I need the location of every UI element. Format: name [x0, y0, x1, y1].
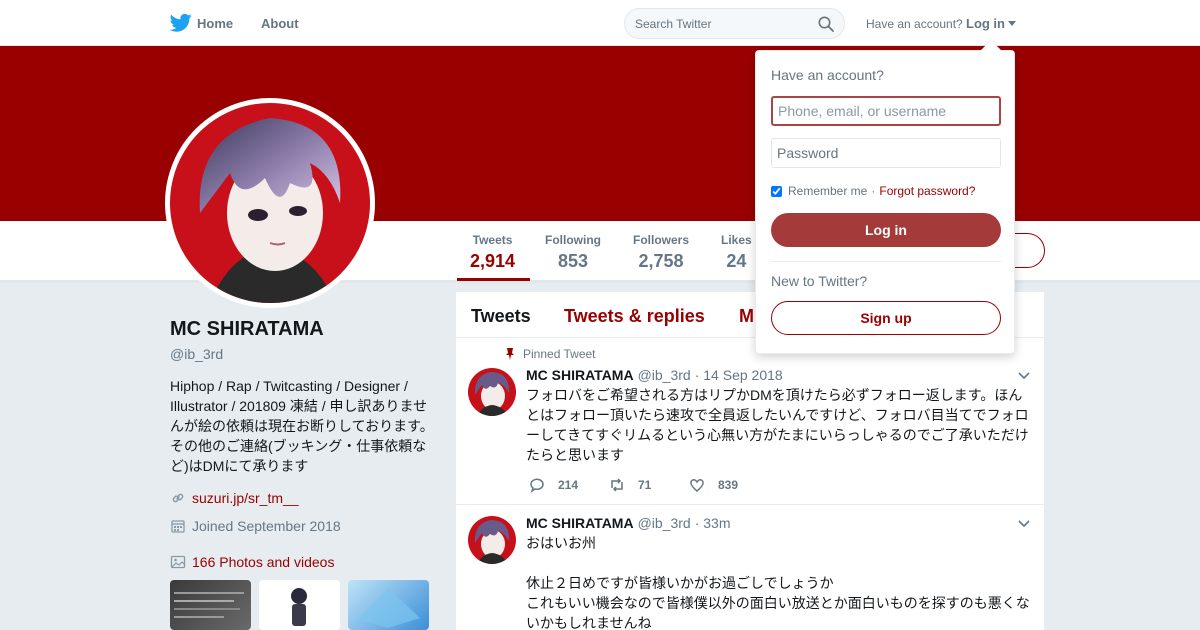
nav-about-link[interactable]: About: [261, 16, 299, 31]
tweet-timestamp[interactable]: · 33m: [695, 515, 731, 531]
login-dropdown: Have an account? Remember me · Forgot pa…: [755, 50, 1015, 354]
twitter-bird-icon[interactable]: [170, 13, 192, 33]
tweet-item[interactable]: MC SHIRATAMA @ib_3rd · 33m おはいお州 休止２日めです…: [456, 506, 1044, 630]
pinned-label: Pinned Tweet: [523, 347, 596, 361]
separator-dot: ·: [871, 184, 876, 198]
like-count: 839: [718, 478, 739, 492]
tab-tweets-replies[interactable]: Tweets & replies: [564, 306, 705, 327]
nav-home-link[interactable]: Home: [197, 16, 233, 31]
tweet-avatar[interactable]: [468, 516, 516, 564]
login-link-label: Log in: [966, 16, 1005, 31]
profile-handle: @ib_3rd: [170, 346, 224, 362]
reply-count: 214: [558, 478, 579, 492]
password-input[interactable]: [771, 138, 1001, 168]
remember-row: Remember me · Forgot password?: [771, 184, 975, 198]
signup-button[interactable]: Sign up: [771, 301, 1001, 335]
stat-label: Tweets: [472, 233, 513, 247]
chevron-down-icon[interactable]: [1018, 520, 1030, 528]
tweet-author-handle[interactable]: @ib_3rd: [638, 367, 691, 383]
profile-bio: Hiphop / Rap / Twitcasting / Designer / …: [170, 378, 434, 474]
profile-avatar[interactable]: [165, 98, 375, 308]
tab-tweets[interactable]: Tweets: [471, 306, 531, 327]
pin-icon: [506, 348, 514, 360]
profile-link-row: suzuri.jp/sr_tm__: [170, 490, 299, 506]
tweet-header: MC SHIRATAMA @ib_3rd · 14 Sep 2018: [526, 367, 783, 383]
tweet-avatar[interactable]: [468, 368, 516, 416]
retweet-count: 71: [638, 478, 652, 492]
tweet-item[interactable]: Pinned Tweet MC SHIRATAMA @ib_3rd · 14 S…: [456, 339, 1044, 505]
stat-likes[interactable]: Likes 24: [721, 233, 752, 272]
search-box: [624, 8, 845, 39]
stat-value: 853: [557, 251, 589, 271]
tweet-text: フォロバをご希望される方はリプかDMを頂けたら必ずフォロー返します。ほんとはフォ…: [526, 387, 1029, 463]
tweet-text-line: これもいい機会なので皆様僕以外の面白い放送とか面白いものを探すのも悪くないかもし…: [526, 595, 1030, 630]
caret-down-icon: [1008, 21, 1016, 26]
calendar-icon: [171, 520, 185, 533]
profile-joined-date: Joined September 2018: [192, 518, 341, 534]
link-icon: [172, 493, 184, 503]
stat-following[interactable]: Following 853: [545, 233, 601, 272]
have-account-text: Have an account?: [866, 17, 963, 31]
tweet-actions: 214 71 839: [528, 476, 768, 494]
media-thumbnail[interactable]: [259, 580, 340, 630]
like-action[interactable]: 839: [688, 476, 768, 494]
login-button[interactable]: Log in: [771, 213, 1001, 247]
tweet-author-name[interactable]: MC SHIRATAMA: [526, 367, 634, 383]
remember-me-checkbox[interactable]: [771, 185, 782, 197]
photos-videos-row: 166 Photos and videos: [170, 554, 334, 570]
media-thumbnail[interactable]: [348, 580, 429, 630]
profile-joined-row: Joined September 2018: [170, 518, 341, 534]
tweet-author-handle[interactable]: @ib_3rd: [638, 515, 691, 531]
tweet-timestamp[interactable]: · 14 Sep 2018: [695, 367, 783, 383]
dropdown-divider: [771, 261, 1001, 262]
chevron-down-icon[interactable]: [1018, 372, 1030, 380]
search-icon[interactable]: [818, 16, 834, 32]
new-to-twitter-text: New to Twitter?: [771, 273, 868, 289]
tweet-author-name[interactable]: MC SHIRATAMA: [526, 515, 634, 531]
avatar-image: [170, 103, 370, 303]
username-input[interactable]: [771, 96, 1001, 126]
login-dropdown-title: Have an account?: [771, 67, 884, 83]
stat-label: Likes: [721, 233, 752, 247]
search-input[interactable]: [635, 15, 815, 33]
tweet-text-line: 休止２日めですが皆様いかがお過ごしでしょうか: [526, 575, 834, 591]
retweet-icon: [611, 478, 623, 492]
reply-action[interactable]: 214: [528, 476, 608, 494]
forgot-password-link[interactable]: Forgot password?: [879, 184, 975, 198]
profile-website-link[interactable]: suzuri.jp/sr_tm__: [192, 490, 299, 506]
stat-label: Following: [545, 233, 601, 247]
remember-me-label[interactable]: Remember me: [788, 184, 867, 198]
stat-value: 24: [726, 251, 747, 271]
tab-media[interactable]: M: [739, 306, 754, 327]
top-navigation: Home About Have an account? Log in: [0, 0, 1200, 46]
tweet-text-line: おはいお州: [526, 535, 596, 551]
tweet-header: MC SHIRATAMA @ib_3rd · 33m: [526, 515, 731, 531]
pinned-indicator: Pinned Tweet: [505, 347, 596, 361]
reply-icon: [530, 478, 544, 493]
stat-value: 2,758: [638, 251, 684, 271]
retweet-action[interactable]: 71: [608, 476, 688, 494]
photos-videos-link[interactable]: 166 Photos and videos: [192, 554, 334, 570]
photo-icon: [170, 555, 186, 569]
stat-label: Followers: [633, 233, 690, 247]
stat-tweets[interactable]: Tweets 2,914: [456, 233, 531, 281]
profile-name: MC SHIRATAMA: [170, 318, 324, 340]
media-thumbnail[interactable]: [170, 580, 251, 630]
login-dropdown-toggle[interactable]: Log in: [966, 16, 1016, 31]
stat-value: 2,914: [470, 251, 516, 271]
stat-followers[interactable]: Followers 2,758: [633, 233, 689, 272]
heart-icon: [690, 479, 704, 492]
